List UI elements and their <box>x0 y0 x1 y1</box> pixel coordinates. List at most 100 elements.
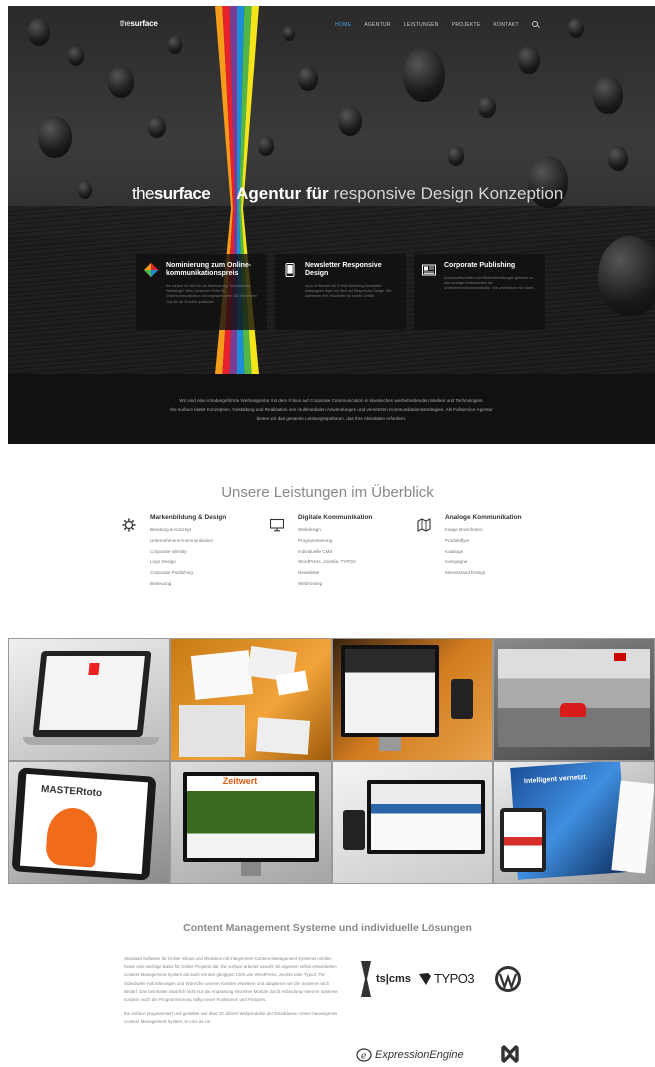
feature-card[interactable]: Corporate Publishing Kundenzeitschriften… <box>414 254 545 330</box>
laptop-accent <box>88 663 100 675</box>
service-item[interactable]: Betreuung <box>150 579 256 590</box>
balloon <box>38 116 72 158</box>
service-item[interactable]: Individuelle CMS <box>298 547 404 558</box>
balloon <box>338 106 362 136</box>
feature-card-text: Kundenzeitschriften und Mitarbeiterzeitu… <box>444 276 535 291</box>
hero-tagline: thesurface Agentur für responsive Design… <box>132 184 563 204</box>
joomla-logo[interactable] <box>498 1041 522 1067</box>
typo3-icon <box>419 972 431 985</box>
typo3-logo[interactable]: TYPO3 <box>418 971 475 986</box>
phone <box>342 810 365 850</box>
feature-card[interactable]: Newsletter Responsive Design Auch im Ber… <box>275 254 406 330</box>
monitor-stand <box>240 862 261 876</box>
cms-paragraph: Standard Software für Online Shops und W… <box>124 956 338 1003</box>
monitor-screen <box>344 649 435 733</box>
monitor-screen <box>370 784 481 850</box>
service-item[interactable]: Corporate Publishing <box>150 568 256 579</box>
feature-card-title: Newsletter Responsive Design <box>305 262 382 277</box>
tscms-mark-icon <box>361 961 371 997</box>
balloon <box>168 36 182 54</box>
monitor-screen <box>186 776 315 858</box>
portfolio-tile-zeitwert[interactable]: Zeitwert <box>169 761 332 884</box>
balloon <box>598 236 655 316</box>
service-item[interactable]: Newsletter <box>298 568 404 579</box>
nav-home[interactable]: HOME <box>335 22 351 28</box>
service-item[interactable]: Messestand Design <box>445 568 551 579</box>
service-item[interactable]: Beratung & Konzept <box>150 525 256 536</box>
service-heading: Markenbildung & Design <box>150 514 227 521</box>
balloon <box>518 46 540 74</box>
search-icon[interactable] <box>531 21 538 27</box>
laptop-base <box>23 737 159 745</box>
service-item[interactable]: Image Broschüren <box>445 525 551 536</box>
feature-card[interactable]: Nominierung zum Online-kommunikationspre… <box>136 254 267 330</box>
portfolio-tile-planet[interactable] <box>331 638 494 761</box>
service-item[interactable]: Kampagne <box>445 557 551 568</box>
zeitwert-label: Zeitwert <box>222 776 258 786</box>
feature-card-title: Corporate Publishing <box>444 262 516 269</box>
balloon <box>568 18 584 38</box>
service-item[interactable]: Programmierung <box>298 536 404 547</box>
logo-light: the <box>120 19 131 28</box>
balloon <box>258 136 274 156</box>
expressionengine-logo[interactable]: e ExpressionEngine <box>356 1048 464 1062</box>
stationery-letter <box>190 650 253 700</box>
cms-title: Content Management Systeme und individue… <box>183 922 472 934</box>
service-list: Beratung & Konzept Unternehmens Kommunik… <box>150 525 256 590</box>
monitor-icon <box>270 518 284 532</box>
feature-cards: Nominierung zum Online-kommunikationspre… <box>136 254 545 330</box>
wordpress-logo[interactable] <box>494 965 522 993</box>
service-item[interactable]: Webdesign <box>298 525 404 536</box>
typo3-label: TYPO3 <box>434 971 475 986</box>
balloon <box>148 116 166 138</box>
svg-text:e: e <box>361 1052 366 1062</box>
nav-projekte[interactable]: PROJEKTE <box>452 22 481 28</box>
tablet-small-screen <box>504 812 543 868</box>
nav-agentur[interactable]: AGENTUR <box>364 22 391 28</box>
service-item[interactable]: Kataloge <box>445 547 551 558</box>
portfolio-grid: MASTERtoto Zeitwert Intelligent vernetzt… <box>8 638 655 884</box>
portfolio-tile-mastertoto[interactable]: MASTERtoto <box>8 761 170 884</box>
service-item[interactable]: Webhosting <box>298 579 404 590</box>
service-item[interactable]: Corporate Identity <box>150 547 256 558</box>
hero-brand: thesurface <box>132 184 211 204</box>
service-list: Webdesign Programmierung Individuelle CM… <box>298 525 404 590</box>
newspaper-icon <box>422 264 436 276</box>
service-item[interactable]: Unternehmens Kommunikation <box>150 536 256 547</box>
cms-text: Standard Software für Online Shops und W… <box>124 955 338 1033</box>
service-column: Markenbildung & Design Beratung & Konzep… <box>122 514 256 590</box>
portfolio-tile-stationery[interactable] <box>169 638 332 761</box>
intro-band: Wir sind eine inhabergeführte Werbeagent… <box>8 374 655 444</box>
balloon <box>108 66 134 98</box>
balloon <box>608 146 628 171</box>
smartphone-icon <box>285 263 295 277</box>
portfolio-tile-brochure[interactable] <box>331 761 494 884</box>
balloon <box>403 48 445 102</box>
tscms-label: ts|cms <box>376 973 411 985</box>
hero-headline-light: responsive Design Konzeption <box>333 184 564 203</box>
cms-paragraph: the surface programmiert und gestaltet s… <box>124 1011 338 1025</box>
intro-line: Wir sind eine inhabergeführte Werbeagent… <box>179 398 484 403</box>
nav-leistungen[interactable]: LEISTUNGEN <box>404 22 439 28</box>
service-list: Image Broschüren Produktflyer Kataloge K… <box>445 525 551 579</box>
stationery-brochure <box>178 705 245 757</box>
service-item[interactable]: Produktflyer <box>445 536 551 547</box>
hero-section: thesurface HOME AGENTUR LEISTUNGEN PROJE… <box>8 6 655 374</box>
nav-kontakt[interactable]: KONTAKT <box>494 22 519 28</box>
joomla-icon <box>501 1045 519 1063</box>
portfolio-tile-intelligent[interactable]: Intelligent vernetzt. <box>493 761 655 884</box>
award-diamond-icon <box>144 263 158 277</box>
feature-card-title: Nominierung zum Online-kommunikationspre… <box>166 262 252 277</box>
gear-icon <box>122 518 136 532</box>
service-heading: Digitale Kommunikation <box>298 514 373 521</box>
cms-logos: ts|cms TYPO3 e ExpressionEngine <box>356 955 536 1067</box>
service-item[interactable]: Logo Design <box>150 557 256 568</box>
portfolio-tile-laptop[interactable] <box>8 638 170 761</box>
logo[interactable]: thesurface <box>120 19 158 28</box>
balloon <box>478 96 496 118</box>
portfolio-tile-racing[interactable] <box>493 638 655 761</box>
balloon <box>298 66 318 91</box>
service-item[interactable]: WordPress, Joomla, TYPO3 <box>298 557 404 568</box>
tscms-logo[interactable]: ts|cms <box>358 961 411 997</box>
service-heading: Analoge Kommunikation <box>445 514 522 521</box>
